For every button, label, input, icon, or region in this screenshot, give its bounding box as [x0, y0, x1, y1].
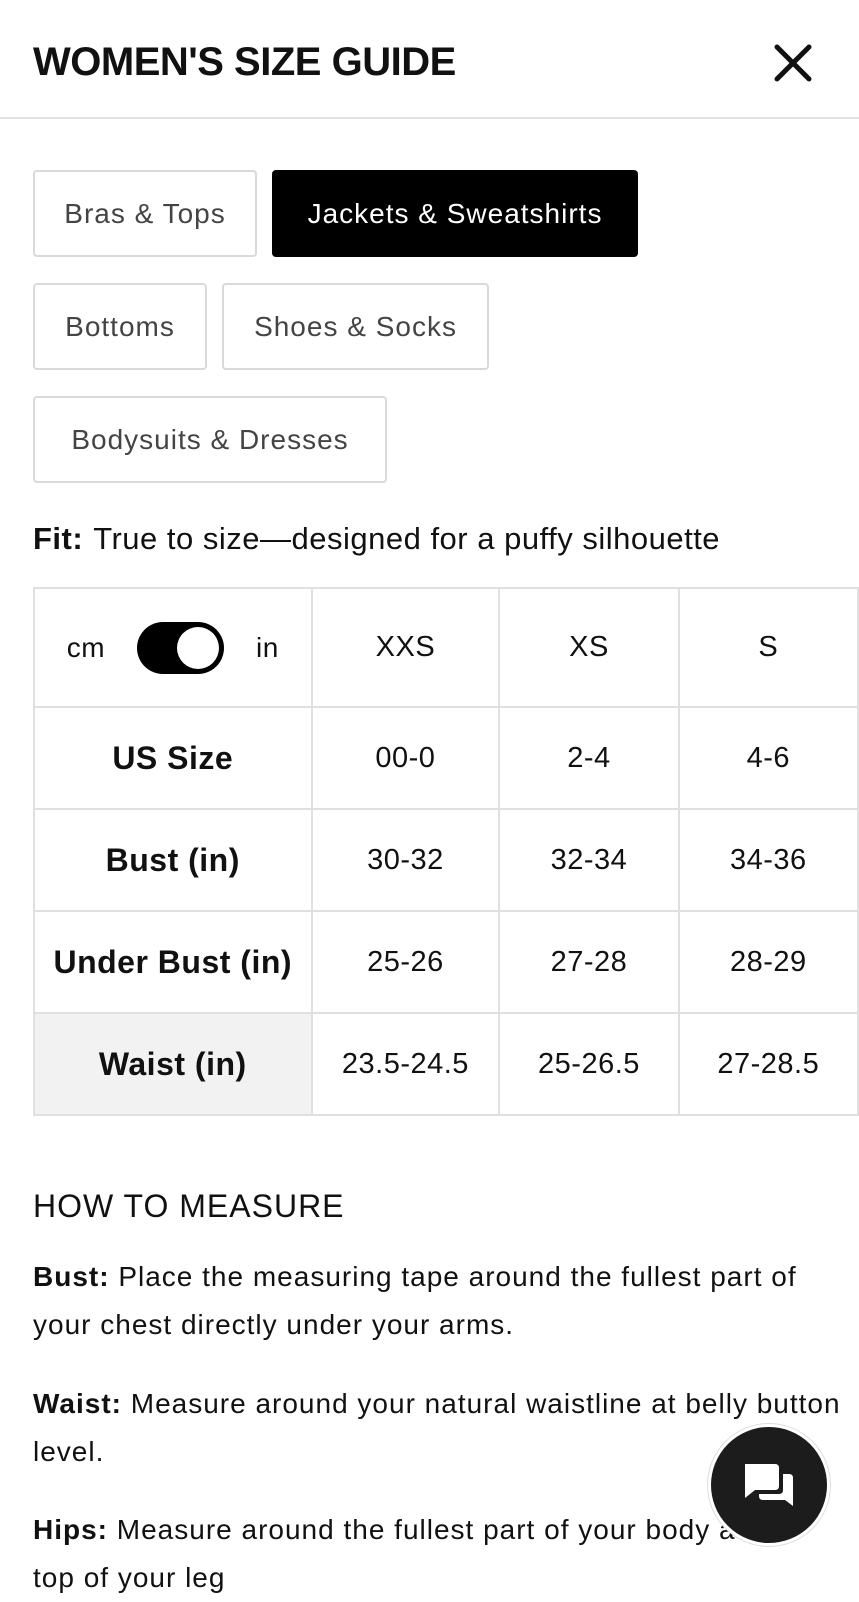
unit-toggle-cell: cm in [33, 587, 313, 708]
tab-bodysuits-dresses[interactable]: Bodysuits & Dresses [33, 396, 387, 483]
measure-term: Bust: [33, 1261, 110, 1292]
tab-bottoms[interactable]: Bottoms [33, 283, 207, 370]
size-col-s: S [677, 587, 859, 708]
size-table: cm in XXS XS S US Size 00-0 2-4 4-6 Bust… [33, 587, 859, 1116]
measure-text: Measure around the fullest part of your … [33, 1514, 796, 1593]
tab-jackets-sweatshirts[interactable]: Jackets & Sweatshirts [272, 170, 638, 257]
measure-text: Place the measuring tape around the full… [33, 1261, 797, 1340]
table-cell: 00-0 [310, 706, 501, 810]
table-cell: 23.5-24.5 [310, 1012, 501, 1116]
table-cell: 32-34 [498, 808, 680, 912]
measure-term: Hips: [33, 1514, 108, 1545]
row-label-under-bust: Under Bust (in) [33, 910, 313, 1014]
table-row: Waist (in) 23.5-24.5 25-26.5 27-28.5 [33, 1012, 859, 1116]
measure-term: Waist: [33, 1388, 122, 1419]
table-cell: 27-28 [498, 910, 680, 1014]
page-title: WOMEN'S SIZE GUIDE [33, 40, 456, 84]
close-button[interactable] [772, 42, 816, 86]
unit-cm-label: cm [66, 631, 106, 663]
table-cell: 2-4 [498, 706, 680, 810]
table-cell: 25-26 [310, 910, 501, 1014]
table-cell: 34-36 [677, 808, 859, 912]
table-cell: 28-29 [677, 910, 859, 1014]
tab-bras-tops[interactable]: Bras & Tops [33, 170, 257, 257]
table-cell: 27-28.5 [677, 1012, 859, 1116]
size-header-row: cm in XXS XS S [33, 587, 859, 708]
modal-header: WOMEN'S SIZE GUIDE [0, 0, 859, 119]
fit-text: True to size—designed for a puffy silhou… [93, 521, 721, 556]
size-table-container[interactable]: cm in XXS XS S US Size 00-0 2-4 4-6 Bust… [33, 587, 859, 1117]
size-col-xs: XS [498, 587, 680, 708]
row-label-bust: Bust (in) [33, 808, 313, 912]
row-label-waist: Waist (in) [33, 1012, 313, 1116]
toggle-knob [177, 626, 220, 669]
table-cell: 30-32 [310, 808, 501, 912]
table-row: Under Bust (in) 25-26 27-28 28-29 [33, 910, 859, 1014]
table-cell: 25-26.5 [498, 1012, 680, 1116]
measure-bust: Bust: Place the measuring tape around th… [33, 1253, 843, 1349]
close-icon [774, 44, 812, 82]
size-col-xxs: XXS [310, 587, 501, 708]
table-row: Bust (in) 30-32 32-34 34-36 [33, 808, 859, 912]
how-to-measure-title: HOW TO MEASURE [33, 1188, 345, 1224]
row-label-us-size: US Size [33, 706, 313, 810]
chat-icon [745, 1464, 793, 1506]
unit-toggle[interactable] [137, 621, 225, 674]
tab-shoes-socks[interactable]: Shoes & Socks [222, 283, 489, 370]
fit-note: Fit: True to size—designed for a puffy si… [33, 521, 720, 557]
unit-in-label: in [256, 631, 279, 663]
fit-label: Fit: [33, 521, 84, 556]
table-row: US Size 00-0 2-4 4-6 [33, 706, 859, 810]
table-cell: 4-6 [677, 706, 859, 810]
chat-button[interactable] [708, 1424, 830, 1546]
